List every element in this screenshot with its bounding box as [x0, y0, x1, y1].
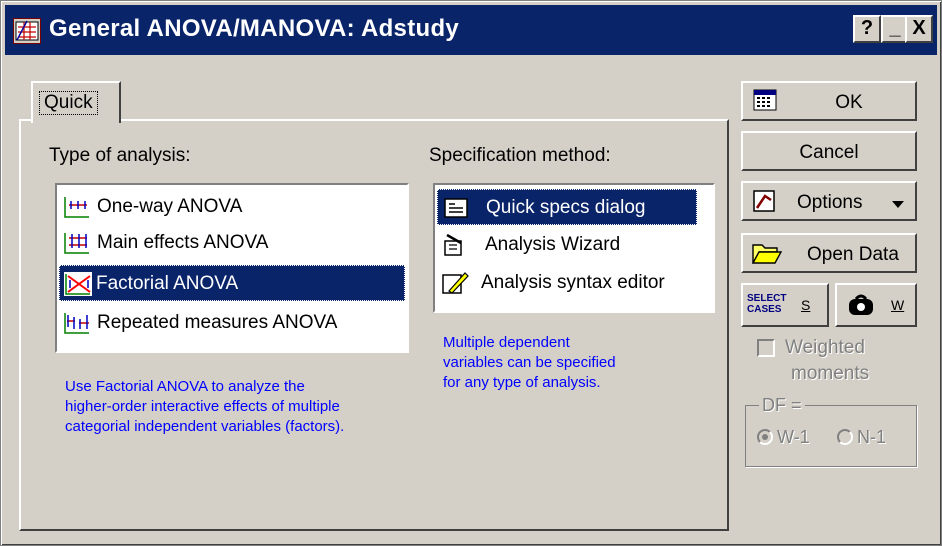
options-button[interactable]: Options [741, 181, 917, 221]
list-item-factorial-anova[interactable]: Factorial ANOVA [59, 265, 405, 301]
close-button[interactable]: X [905, 15, 933, 43]
list-item-label: Quick specs dialog [486, 197, 646, 218]
ok-button[interactable]: OK [741, 81, 917, 121]
type-of-analysis-label: Type of analysis: [49, 145, 191, 166]
weight-button[interactable]: W [835, 283, 917, 327]
list-item-label: Factorial ANOVA [96, 273, 239, 294]
dropdown-arrow-icon [891, 194, 905, 216]
dialog-window: General ANOVA/MANOVA: Adstudy ? _ X Quic… [0, 0, 942, 546]
title-bar[interactable]: General ANOVA/MANOVA: Adstudy ? _ X [5, 5, 937, 55]
open-data-label: Open Data [807, 244, 899, 265]
list-item-label: Analysis syntax editor [481, 272, 665, 293]
quick-tab-panel: Type of analysis: One-way ANOVA Main eff… [19, 119, 729, 531]
df-label: DF = [759, 395, 805, 416]
df-radio-n-1[interactable] [837, 429, 853, 445]
weighted-moments-label: Weighted [785, 337, 865, 358]
select-cases-shortcut: S [801, 297, 811, 313]
factorial-icon [64, 272, 92, 296]
repeated-measures-icon [63, 311, 91, 335]
list-item-main-effects-anova[interactable]: Main effects ANOVA [59, 225, 405, 261]
list-item-repeated-measures-anova[interactable]: Repeated measures ANOVA [59, 305, 405, 341]
specification-method-list[interactable]: Quick specs dialog Analysis Wizard Analy… [433, 183, 715, 313]
cancel-button[interactable]: Cancel [741, 131, 917, 171]
df-radio-w-1[interactable] [757, 429, 773, 445]
ok-label: OK [835, 92, 863, 113]
calculator-icon [753, 89, 777, 119]
select-cases-icon: SELECT CASES [747, 293, 787, 315]
app-icon [13, 18, 41, 44]
specification-method-label: Specification method: [429, 145, 611, 166]
cancel-label: Cancel [799, 142, 859, 163]
list-item-one-way-anova[interactable]: One-way ANOVA [59, 189, 405, 225]
select-cases-button[interactable]: SELECT CASES S [741, 283, 829, 327]
tab-quick-label: Quick [39, 91, 98, 115]
options-label: Options [797, 192, 863, 213]
list-item-analysis-syntax-editor[interactable]: Analysis syntax editor [437, 265, 697, 301]
list-item-label: Repeated measures ANOVA [97, 312, 338, 333]
weighted-moments-checkbox[interactable] [757, 339, 775, 357]
weight-shortcut: W [891, 297, 905, 313]
open-folder-icon [751, 241, 783, 271]
list-item-quick-specs-dialog[interactable]: Quick specs dialog [437, 189, 697, 225]
tab-quick[interactable]: Quick [31, 81, 121, 123]
help-button[interactable]: ? [853, 15, 881, 43]
analysis-info-text: Use Factorial ANOVA to analyze the highe… [65, 378, 345, 435]
list-item-label: One-way ANOVA [97, 196, 243, 217]
analysis-type-list[interactable]: One-way ANOVA Main effects ANOVA Factori… [55, 183, 409, 353]
list-item-label: Main effects ANOVA [97, 232, 269, 253]
pencil-icon [441, 271, 469, 295]
weighted-moments-label-line2: moments [791, 363, 870, 384]
options-icon [753, 190, 777, 218]
radio-dot [762, 434, 768, 440]
specification-info-text: Multiple dependent variables can be spec… [443, 334, 616, 391]
one-way-anova-icon [63, 195, 91, 219]
list-item-analysis-wizard[interactable]: Analysis Wizard [437, 227, 697, 263]
df-option-n-1-label: N-1 [857, 427, 887, 447]
df-option-w-1-label: W-1 [777, 427, 810, 447]
main-effects-icon [63, 231, 91, 255]
list-item-label: Analysis Wizard [485, 234, 621, 255]
window-title: General ANOVA/MANOVA: Adstudy [49, 15, 460, 42]
open-data-button[interactable]: Open Data [741, 233, 917, 273]
dialog-icon [442, 196, 470, 220]
wizard-icon [441, 233, 469, 257]
weight-icon [847, 293, 875, 325]
